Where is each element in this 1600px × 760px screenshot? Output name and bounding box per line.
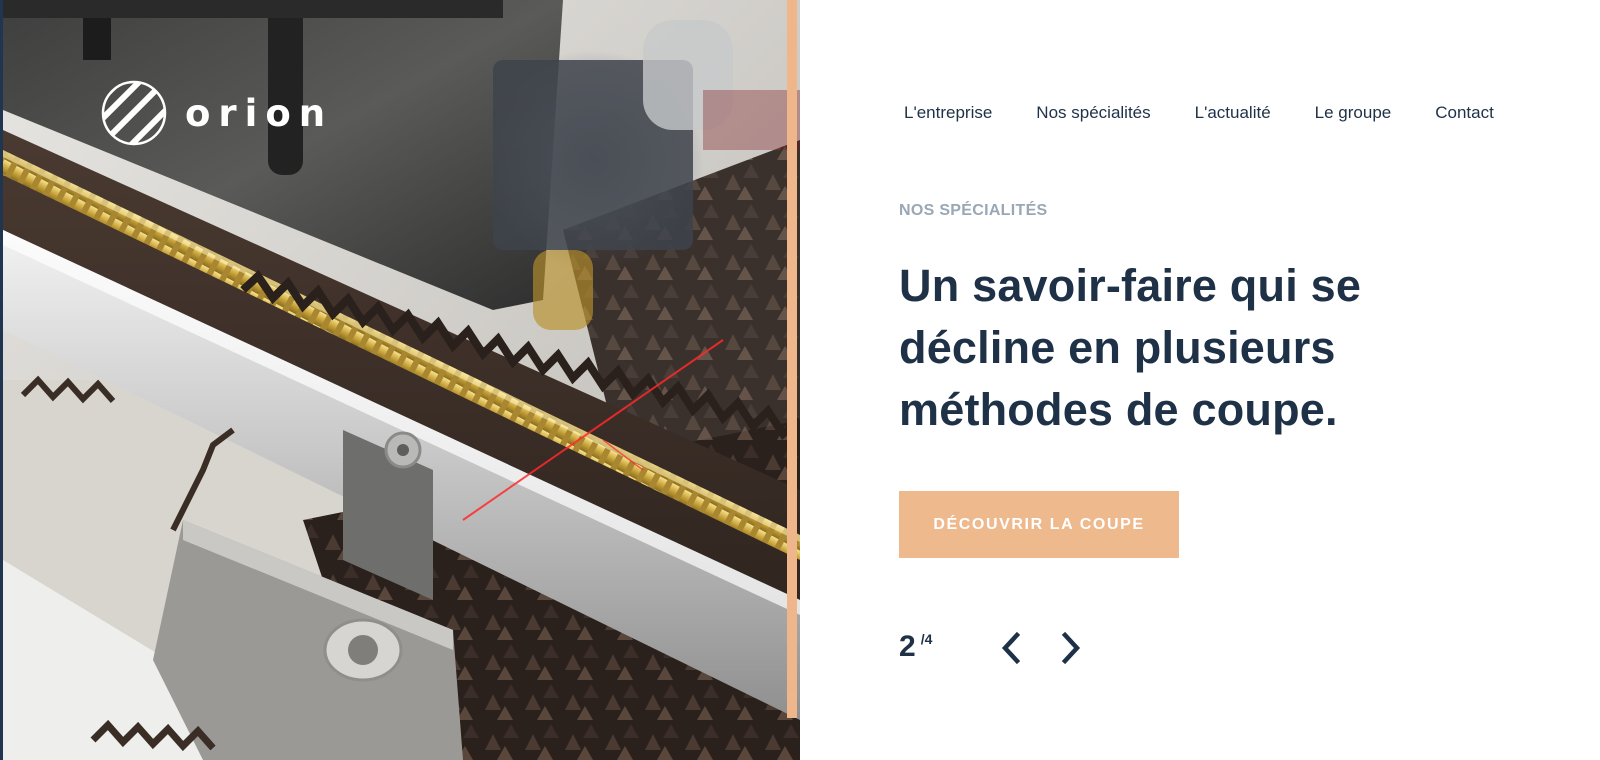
- slider-pager: 2 /4: [899, 627, 1081, 667]
- nav-item-actualite[interactable]: L'actualité: [1195, 100, 1271, 126]
- pager-total: /4: [920, 631, 933, 647]
- section-eyebrow: NOS SPÉCIALITÉS: [899, 202, 1048, 219]
- hero-image: orion: [3, 0, 800, 760]
- nav-item-entreprise[interactable]: L'entreprise: [904, 100, 992, 126]
- brand-logo[interactable]: orion: [101, 80, 333, 146]
- accent-strip: [787, 0, 797, 718]
- main-nav: L'entreprise Nos spécialités L'actualité…: [904, 100, 1494, 126]
- headline-line: Un savoir-faire qui se: [899, 260, 1362, 311]
- chevron-right-icon[interactable]: [1055, 631, 1085, 665]
- headline-line: décline en plusieurs: [899, 322, 1336, 373]
- diagonal-stripes-circle-logo-icon: [101, 80, 167, 146]
- nav-item-specialites[interactable]: Nos spécialités: [1036, 100, 1150, 126]
- headline-line: méthodes de coupe.: [899, 384, 1338, 435]
- discover-cutting-button[interactable]: DÉCOUVRIR LA COUPE: [899, 491, 1179, 558]
- brand-name: orion: [185, 91, 334, 135]
- nav-item-contact[interactable]: Contact: [1435, 100, 1494, 126]
- section-headline: Un savoir-faire qui se décline en plusie…: [899, 255, 1499, 441]
- nav-item-groupe[interactable]: Le groupe: [1315, 100, 1392, 126]
- chevron-left-icon[interactable]: [997, 631, 1027, 665]
- page: orion L'entreprise Nos spécialités L'act…: [0, 0, 1600, 760]
- pager-current: 2: [899, 630, 916, 663]
